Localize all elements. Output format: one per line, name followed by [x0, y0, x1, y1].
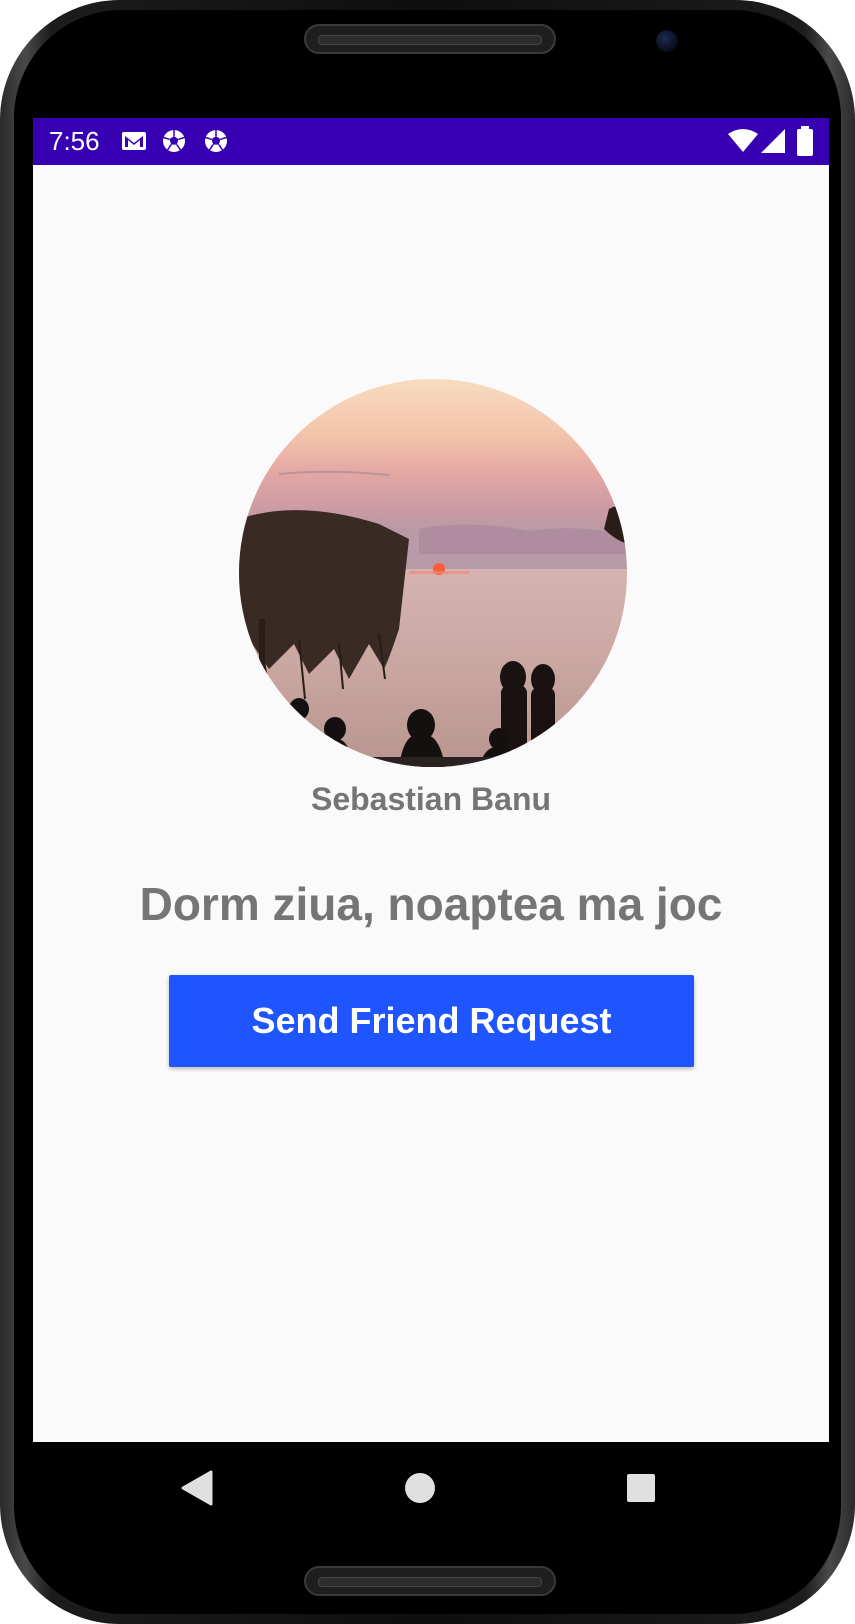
bottom-speaker: [304, 1566, 556, 1596]
app-screen: 7:56 Sebastian Banu Dorm ziua, noaptea m…: [33, 118, 829, 1442]
soccer-ball-icon: [205, 130, 227, 152]
soccer-ball-icon: [163, 130, 185, 152]
navigation-bar: [33, 1442, 829, 1534]
status-time: 7:56: [49, 126, 100, 156]
cellular-signal-icon: [761, 129, 785, 153]
recents-square-icon[interactable]: [623, 1470, 659, 1506]
phone-frame: 7:56 Sebastian Banu Dorm ziua, noaptea m…: [0, 0, 855, 1624]
front-camera: [656, 30, 678, 52]
profile-avatar: [239, 379, 627, 767]
profile-status: Dorm ziua, noaptea ma joc: [139, 878, 723, 930]
home-circle-icon[interactable]: [402, 1470, 438, 1506]
status-bar: 7:56: [33, 118, 829, 165]
earpiece-speaker: [304, 24, 556, 54]
send-friend-request-button[interactable]: Send Friend Request: [169, 975, 694, 1067]
battery-icon: [797, 126, 813, 156]
wifi-icon: [728, 129, 758, 152]
profile-photo-image: [239, 379, 627, 767]
back-triangle-icon[interactable]: [179, 1470, 215, 1506]
gmail-icon: [122, 132, 146, 150]
profile-name: Sebastian Banu: [310, 781, 552, 817]
profile-page: Sebastian Banu Dorm ziua, noaptea ma joc…: [33, 165, 829, 1442]
